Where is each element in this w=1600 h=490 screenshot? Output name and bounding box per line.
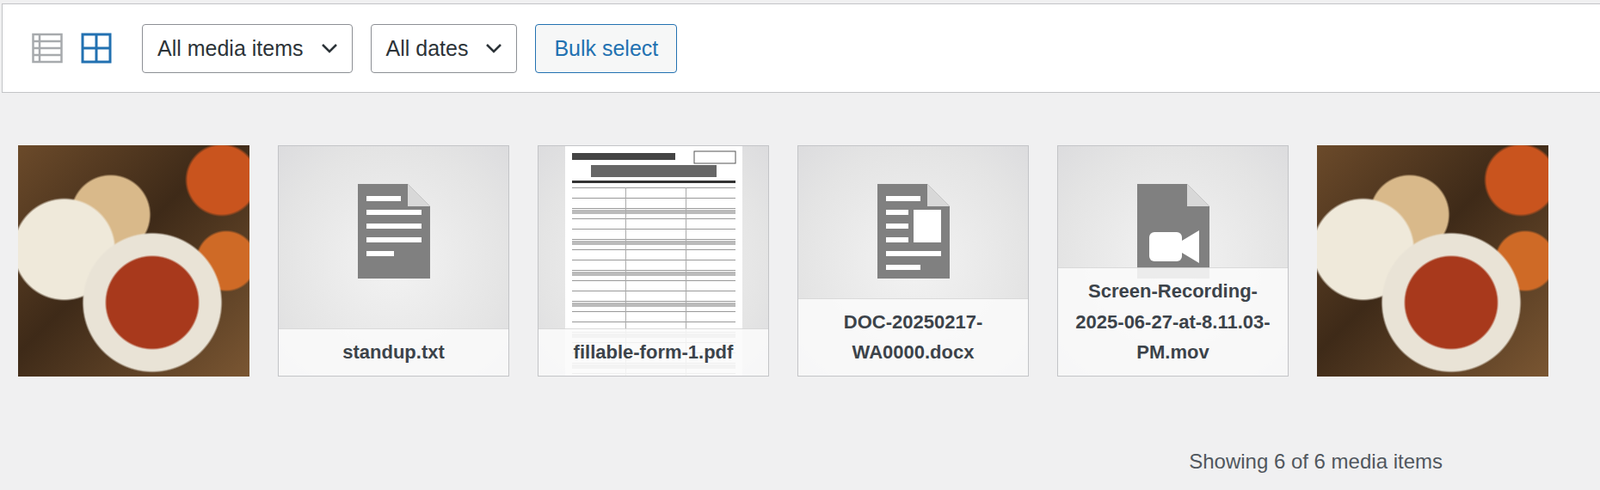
list-view-icon <box>31 32 63 64</box>
filters: All media items All dates <box>141 24 517 74</box>
document-file-icon <box>877 184 950 279</box>
image-thumbnail[interactable] <box>18 145 250 377</box>
chevron-down-icon <box>485 43 503 54</box>
attachment-tile[interactable]: Screen-Recording-2025-06-27-at-8.11.03-P… <box>1057 145 1289 377</box>
attachment-tile[interactable]: DOC-20250217-WA0000.docx <box>797 145 1029 377</box>
attachment-tile[interactable]: standup.txt <box>277 145 510 377</box>
filename: Screen-Recording-2025-06-27-at-8.11.03-P… <box>1058 267 1288 376</box>
filter-label: All dates <box>386 36 469 62</box>
filter-dropdown[interactable]: All media items <box>141 24 353 74</box>
grid-view-button[interactable] <box>80 32 112 64</box>
list-view-button[interactable] <box>31 32 63 64</box>
filter-dropdown[interactable]: All dates <box>370 24 518 74</box>
media-toolbar: All media items All dates Bulk select <box>1 3 1600 93</box>
chevron-down-icon <box>320 43 339 54</box>
text-file-icon <box>357 184 431 279</box>
filter-label: All media items <box>157 36 304 62</box>
grid-view-icon <box>80 32 112 64</box>
attachment-tile[interactable]: fillable-form-1.pdf <box>537 145 770 377</box>
filename: DOC-20250217-WA0000.docx <box>798 298 1028 376</box>
video-file-icon <box>1137 184 1210 279</box>
media-count: Showing 6 of 6 media items <box>1188 449 1443 474</box>
media-grid: standup.txt fillable-form-1.pdf DOC-202502… <box>0 92 1600 377</box>
filename: fillable-form-1.pdf <box>538 328 769 376</box>
image-thumbnail[interactable] <box>1316 145 1549 377</box>
bulk-select-button[interactable]: Bulk select <box>535 24 677 74</box>
status-row: Showing 6 of 6 media items <box>0 376 1600 474</box>
view-switch <box>31 32 112 64</box>
filename: standup.txt <box>278 328 509 376</box>
